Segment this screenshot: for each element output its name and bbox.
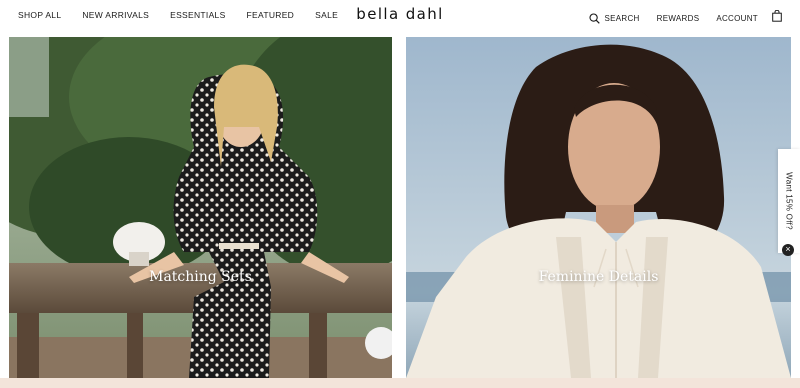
nav-shop-all[interactable]: SHOP ALL <box>18 10 61 20</box>
search-button[interactable]: SEARCH <box>588 12 640 24</box>
matching-sets-title[interactable]: Matching Sets <box>9 269 392 285</box>
close-promo-button[interactable]: × <box>782 244 794 256</box>
hero-matching-sets[interactable]: Matching Sets <box>9 37 392 378</box>
rewards-link[interactable]: REWARDS <box>657 14 700 23</box>
nav-essentials[interactable]: ESSENTIALS <box>170 10 225 20</box>
nav-featured[interactable]: FEATURED <box>247 10 295 20</box>
hero-feminine-details[interactable]: Feminine Details <box>406 37 791 378</box>
brand-logo[interactable]: bella dahl <box>352 5 448 23</box>
discount-tab-label: Want 15% Off? <box>784 172 794 230</box>
cart-button[interactable] <box>772 9 782 27</box>
account-link[interactable]: ACCOUNT <box>716 14 758 23</box>
feminine-details-title[interactable]: Feminine Details <box>406 269 791 285</box>
site-header: SHOP ALL NEW ARRIVALS ESSENTIALS FEATURE… <box>0 0 800 34</box>
nav-new-arrivals[interactable]: NEW ARRIVALS <box>82 10 149 20</box>
matching-sets-photo <box>9 37 392 378</box>
search-label: SEARCH <box>604 13 640 23</box>
utility-nav: SEARCH REWARDS ACCOUNT <box>588 9 783 27</box>
main-nav: SHOP ALL NEW ARRIVALS ESSENTIALS FEATURE… <box>18 10 359 20</box>
discount-side-tab[interactable]: Want 15% Off? <box>778 149 800 253</box>
shopping-bag-icon <box>772 9 782 22</box>
search-icon <box>588 12 600 24</box>
nav-sale[interactable]: SALE <box>315 10 338 20</box>
feminine-details-photo <box>406 37 791 378</box>
close-icon: × <box>785 244 791 254</box>
announcement-strip <box>0 378 800 388</box>
